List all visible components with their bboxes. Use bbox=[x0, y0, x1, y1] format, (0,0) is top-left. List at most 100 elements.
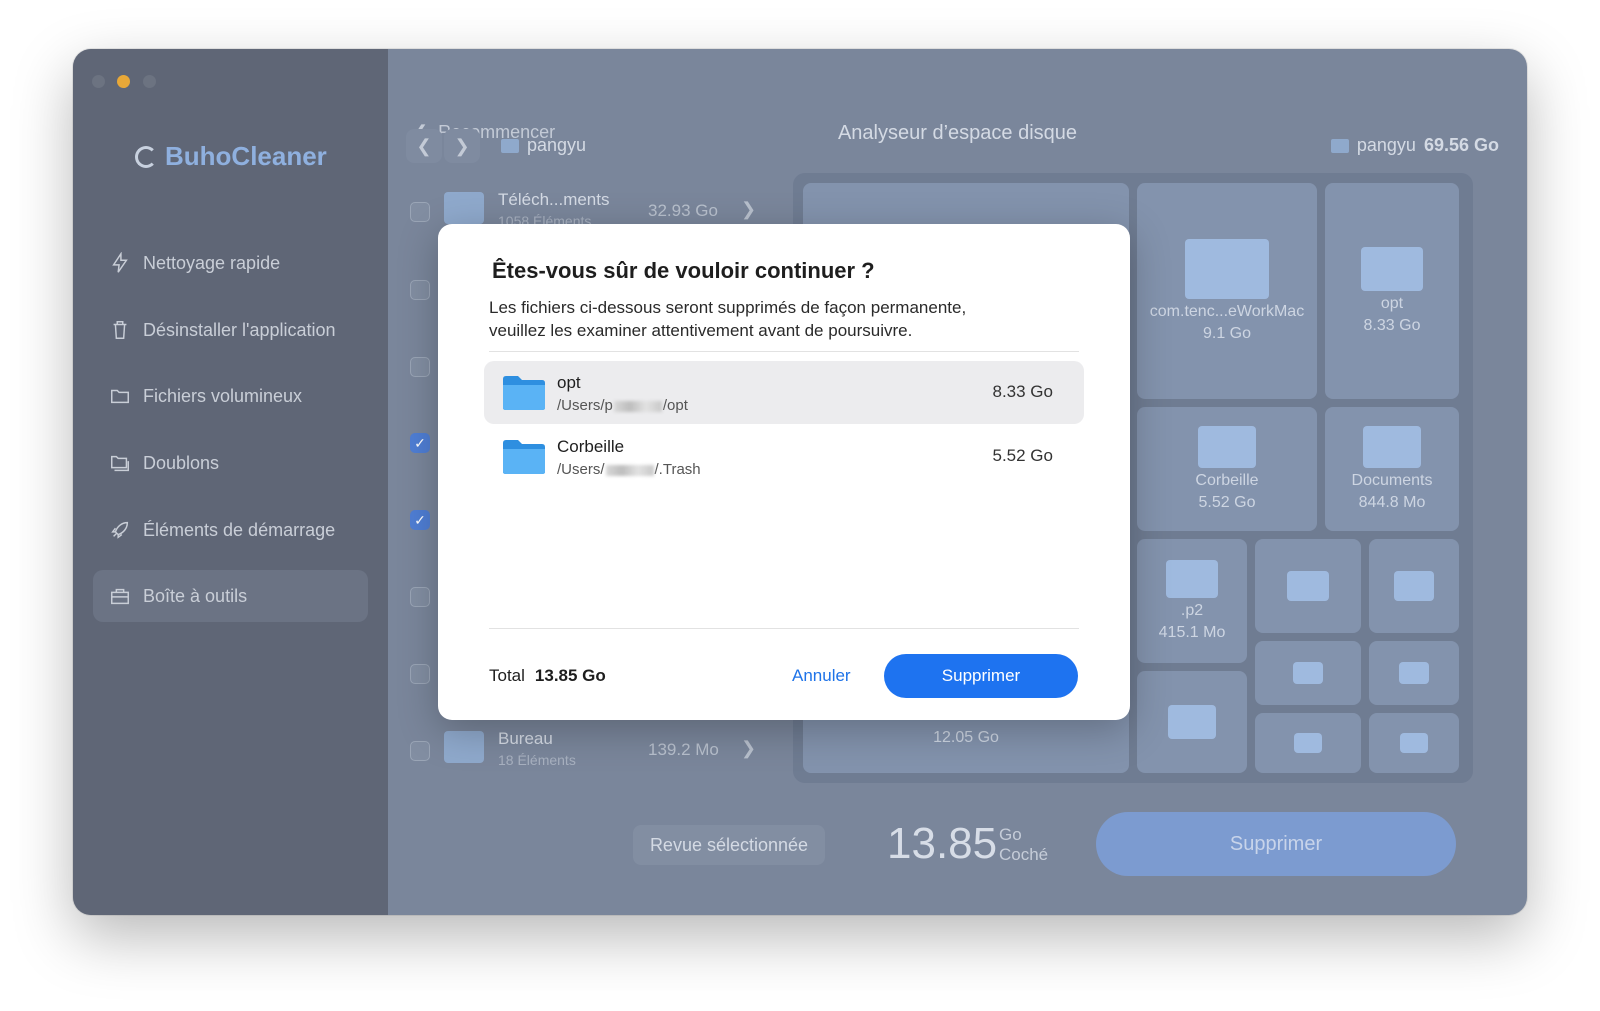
treemap-tile[interactable] bbox=[1369, 641, 1459, 705]
item-size: 139.2 Mo bbox=[648, 740, 719, 759]
treemap-tile[interactable] bbox=[1137, 671, 1247, 773]
dialog-file-item[interactable]: Corbeille /Users/ /.Trash 5.52 Go bbox=[484, 425, 1084, 488]
folder-icon bbox=[1330, 138, 1349, 153]
total-label: Total bbox=[489, 666, 525, 685]
checked-total-unit: Go Coché bbox=[999, 825, 1048, 865]
item-checkbox-checked[interactable]: ✓ bbox=[410, 433, 430, 453]
download-folder-icon bbox=[444, 192, 484, 224]
tile-name: .p2 bbox=[1180, 602, 1204, 619]
item-checkbox[interactable] bbox=[410, 280, 430, 300]
item-name: Téléch...ments bbox=[498, 190, 610, 209]
treemap-tile[interactable]: Corbeille 5.52 Go bbox=[1137, 407, 1317, 531]
dialog-total: Total 13.85 Go bbox=[489, 666, 606, 686]
window-zoom-button[interactable] bbox=[143, 75, 156, 88]
folder-icon bbox=[1361, 247, 1423, 291]
folder-icon bbox=[1400, 733, 1428, 753]
treemap-tile[interactable] bbox=[1255, 539, 1361, 633]
tile-size: 12.05 Go bbox=[933, 729, 999, 746]
path-suffix: /opt bbox=[662, 397, 688, 414]
treemap-tile[interactable] bbox=[1255, 713, 1361, 773]
treemap-tile[interactable]: Documents 844.8 Mo bbox=[1325, 407, 1459, 531]
total-caption: Coché bbox=[999, 845, 1049, 864]
sidebar-item-label: Doublons bbox=[143, 452, 220, 473]
window-close-button[interactable] bbox=[92, 75, 105, 88]
cancel-button[interactable]: Annuler bbox=[792, 666, 851, 686]
chevron-right-icon[interactable]: ❯ bbox=[741, 738, 756, 759]
item-checkbox[interactable] bbox=[410, 741, 430, 761]
tile-name: Corbeille bbox=[1195, 472, 1259, 489]
dialog-description-line: veuillez les examiner attentivement avan… bbox=[489, 321, 913, 340]
breadcrumb: pangyu bbox=[501, 135, 586, 156]
brand-name: BuhoCleaner bbox=[165, 141, 327, 171]
tile-size: 5.52 Go bbox=[1198, 494, 1256, 511]
chevron-right-icon[interactable]: ❯ bbox=[741, 199, 756, 220]
sidebar-item-large-files[interactable]: Fichiers volumineux bbox=[93, 370, 368, 422]
treemap-tile[interactable]: com.tenc...eWorkMac 9.1 Go bbox=[1137, 183, 1317, 399]
treemap-tile[interactable] bbox=[1369, 539, 1459, 633]
brand-logo-icon bbox=[135, 145, 157, 168]
file-name: opt bbox=[557, 373, 581, 392]
item-checkbox[interactable] bbox=[410, 587, 430, 607]
sidebar-item-duplicates[interactable]: Doublons bbox=[93, 437, 368, 489]
folder-icon bbox=[1198, 426, 1256, 468]
sidebar-item-label: Nettoyage rapide bbox=[143, 252, 281, 273]
toolbox-icon bbox=[109, 585, 131, 607]
treemap-tile[interactable]: .p2 415.1 Mo bbox=[1137, 539, 1247, 663]
sidebar-item-toolbox[interactable]: Boîte à outils bbox=[93, 570, 368, 622]
window-minimize-button[interactable] bbox=[117, 75, 130, 88]
file-name: Corbeille bbox=[557, 437, 625, 456]
folder-icon bbox=[1293, 662, 1323, 684]
folder-icon bbox=[1185, 239, 1269, 299]
folder-icon bbox=[1394, 571, 1434, 601]
sidebar-item-uninstall[interactable]: Désinstaller l'application bbox=[93, 304, 368, 356]
folder-icon bbox=[503, 376, 545, 410]
summary-size: 69.56 Go bbox=[1423, 135, 1499, 155]
sidebar-item-label: Éléments de démarrage bbox=[143, 519, 336, 540]
dialog-title: Êtes-vous sûr de vouloir continuer ? bbox=[492, 258, 875, 283]
delete-button[interactable]: Supprimer bbox=[1096, 812, 1456, 876]
sidebar: BuhoCleaner Nettoyage rapide Désinstalle… bbox=[73, 49, 388, 915]
divider bbox=[489, 351, 1079, 352]
brand: BuhoCleaner bbox=[135, 141, 327, 172]
sidebar-item-label: Désinstaller l'application bbox=[143, 319, 336, 340]
list-item[interactable]: Bureau 18 Éléments 139.2 Mo ❯ bbox=[408, 721, 788, 781]
folder-icon bbox=[1294, 733, 1322, 753]
redacted-username bbox=[613, 400, 662, 412]
review-selected-button[interactable]: Revue sélectionnée bbox=[633, 825, 825, 865]
item-checkbox[interactable] bbox=[410, 664, 430, 684]
sidebar-item-startup[interactable]: Éléments de démarrage bbox=[93, 504, 368, 556]
redacted-username bbox=[605, 464, 654, 476]
bolt-icon bbox=[109, 252, 131, 274]
file-path: /Users/ /.Trash bbox=[557, 461, 701, 478]
tile-size: 844.8 Mo bbox=[1358, 494, 1426, 511]
treemap-tile[interactable] bbox=[1369, 713, 1459, 773]
confirm-delete-button[interactable]: Supprimer bbox=[884, 654, 1078, 698]
breadcrumb-folder: pangyu bbox=[527, 135, 587, 155]
sidebar-item-quick-clean[interactable]: Nettoyage rapide bbox=[93, 237, 368, 289]
sidebar-item-label: Fichiers volumineux bbox=[143, 385, 303, 406]
tile-size: 8.33 Go bbox=[1363, 317, 1421, 334]
tile-size: 415.1 Mo bbox=[1158, 624, 1226, 641]
disk-summary: pangyu 69.56 Go bbox=[1330, 135, 1499, 156]
item-checkbox[interactable] bbox=[410, 202, 430, 222]
file-size: 5.52 Go bbox=[992, 446, 1054, 465]
treemap-tile[interactable] bbox=[1255, 641, 1361, 705]
item-checkbox-checked[interactable]: ✓ bbox=[410, 510, 430, 530]
path-prefix: /Users/p bbox=[557, 397, 613, 414]
tile-name: com.tenc...eWorkMac bbox=[1149, 303, 1305, 320]
path-prefix: /Users/ bbox=[557, 461, 605, 478]
divider bbox=[489, 628, 1079, 629]
tile-name: opt bbox=[1380, 295, 1404, 312]
treemap-tile[interactable]: opt 8.33 Go bbox=[1325, 183, 1459, 399]
document-folder-icon bbox=[1363, 426, 1421, 468]
item-checkbox[interactable] bbox=[410, 357, 430, 377]
total-unit: Go bbox=[999, 825, 1022, 844]
chevron-left-icon: ❮ bbox=[416, 135, 432, 156]
nav-back-button[interactable]: ❮ bbox=[406, 129, 442, 163]
tile-size: 9.1 Go bbox=[1202, 325, 1252, 342]
dialog-file-item[interactable]: opt /Users/p/opt 8.33 Go bbox=[484, 361, 1084, 424]
file-size: 8.33 Go bbox=[992, 382, 1054, 401]
nav-forward-button[interactable]: ❯ bbox=[444, 129, 480, 163]
summary-folder: pangyu bbox=[1356, 135, 1416, 155]
trash-icon bbox=[109, 319, 131, 341]
